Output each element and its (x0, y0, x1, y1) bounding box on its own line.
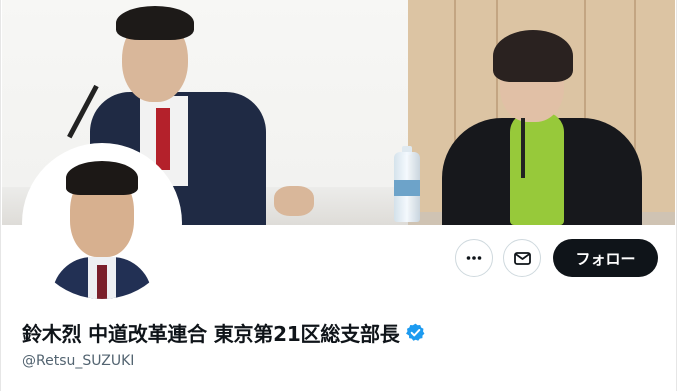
profile-avatar[interactable] (22, 143, 182, 303)
follow-button-label: フォロー (575, 249, 636, 268)
speaker-hair (493, 30, 573, 82)
more-horizontal-icon (466, 256, 482, 260)
speaker-scarf (510, 112, 564, 225)
profile-handle: @Retsu_SUZUKI (22, 353, 135, 369)
message-button[interactable] (503, 239, 541, 277)
follow-button[interactable]: フォロー (553, 239, 658, 277)
display-name: 鈴木烈 中道改革連合 東京第21区総支部長 (22, 322, 400, 346)
more-options-button[interactable] (455, 239, 493, 277)
avatar-photo (26, 147, 178, 299)
microphone (521, 118, 525, 178)
speaker-hand (274, 186, 314, 216)
profile-name-row: 鈴木烈 中道改革連合 東京第21区総支部長 (22, 318, 426, 347)
speaker-hair (116, 6, 194, 40)
water-bottle-label (394, 180, 420, 196)
avatar-hair (66, 161, 138, 195)
envelope-icon (513, 251, 531, 265)
verified-badge-icon[interactable] (405, 322, 426, 343)
avatar-tie (97, 265, 107, 299)
speaker-tie (156, 108, 170, 170)
